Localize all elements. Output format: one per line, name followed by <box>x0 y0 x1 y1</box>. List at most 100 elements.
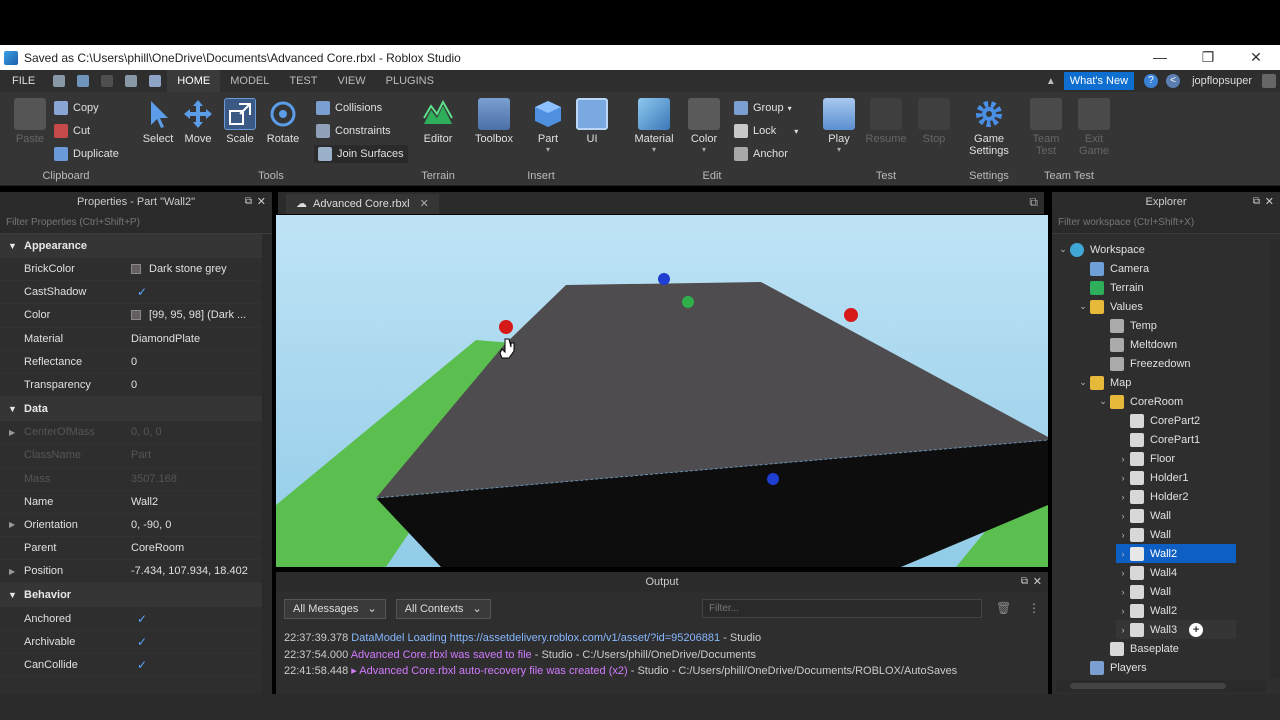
undo-icon[interactable] <box>77 75 90 87</box>
color-button[interactable]: Color ▾ <box>678 98 730 154</box>
tree-item-holder2[interactable]: › Holder2 <box>1116 487 1189 506</box>
tree-item-corepart2[interactable]: CorePart2 <box>1116 411 1200 430</box>
section-appearance[interactable]: ▼ Appearance <box>0 234 262 258</box>
stop-button[interactable]: Stop <box>908 98 960 145</box>
tree-item-freezedown[interactable]: Freezedown <box>1096 354 1191 373</box>
document-tab[interactable]: ☁ Advanced Core.rbxl ✕ <box>286 194 439 214</box>
prop-transparency[interactable]: Transparency 0 <box>0 374 262 398</box>
constraints-button[interactable]: Constraints <box>316 124 391 138</box>
group-button[interactable]: Group ▾ <box>734 101 792 115</box>
prop-parent[interactable]: Parent CoreRoom <box>0 537 262 561</box>
binoculars-icon[interactable] <box>149 75 162 87</box>
tree-item-map[interactable]: ⌄ Map <box>1076 373 1131 392</box>
tree-item-wall[interactable]: › Wall <box>1116 582 1171 601</box>
checkbox-checked[interactable]: ✓ <box>137 658 147 672</box>
publish-icon[interactable] <box>125 75 138 87</box>
toolbox-button[interactable]: Toolbox <box>468 98 520 145</box>
tree-item-wall[interactable]: › Wall <box>1116 506 1171 525</box>
team-test-button[interactable]: Team Test <box>1020 98 1072 157</box>
minimize-button[interactable]: — <box>1136 45 1184 70</box>
prop-brickcolor[interactable]: BrickColor Dark stone grey <box>0 258 262 282</box>
tree-item-floor[interactable]: › Floor <box>1116 449 1175 468</box>
tree-item-wall[interactable]: › Wall <box>1116 525 1171 544</box>
close-explorer-icon[interactable]: ✕ <box>1265 192 1274 212</box>
username[interactable]: jopflopsuper <box>1192 75 1252 87</box>
tree-item-players[interactable]: Players <box>1076 658 1147 677</box>
tree-item-workspace[interactable]: ⌄ Workspace <box>1056 240 1145 259</box>
close-tab-icon[interactable]: ✕ <box>420 194 429 214</box>
prop-color[interactable]: Color [99, 95, 98] (Dark ... <box>0 304 262 328</box>
join-surfaces-toggle[interactable]: Join Surfaces <box>314 145 408 163</box>
section-behavior[interactable]: ▼ Behavior <box>0 583 262 608</box>
whats-new-button[interactable]: What's New <box>1063 72 1135 90</box>
messages-filter-dropdown[interactable]: All Messages ⌄ <box>284 599 386 619</box>
terrain-editor-button[interactable]: Editor <box>412 98 464 145</box>
tree-item-corepart1[interactable]: CorePart1 <box>1116 430 1200 449</box>
tree-item-meltdown[interactable]: Meltdown <box>1096 335 1177 354</box>
duplicate-button[interactable]: Duplicate <box>54 147 119 161</box>
checkbox-checked[interactable]: ✓ <box>137 635 147 649</box>
tree-item-wall2[interactable]: › Wall2 <box>1116 601 1177 620</box>
help-icon[interactable]: ? <box>1144 74 1159 88</box>
rotate-tool-button[interactable]: Rotate <box>257 98 309 145</box>
material-button[interactable]: Material ▾ <box>628 98 680 154</box>
paste-button[interactable]: Paste <box>4 98 56 145</box>
insert-object-icon[interactable]: + <box>1189 622 1204 637</box>
ui-button[interactable]: UI <box>566 98 618 145</box>
prop-castshadow[interactable]: CastShadow ✓ <box>0 281 262 305</box>
file-menu[interactable]: FILE <box>0 75 47 87</box>
tree-item-terrain[interactable]: Terrain <box>1076 278 1144 297</box>
explorer-vertical-scrollbar[interactable] <box>1270 240 1280 678</box>
tab-view[interactable]: VIEW <box>327 70 375 92</box>
collapse-ribbon-icon[interactable]: ▲ <box>1046 76 1056 87</box>
tree-item-temp[interactable]: Temp <box>1096 316 1157 335</box>
contexts-filter-dropdown[interactable]: All Contexts ⌄ <box>395 599 491 619</box>
prop-anchored[interactable]: Anchored ✓ <box>0 607 262 631</box>
tree-item-holder1[interactable]: › Holder1 <box>1116 468 1189 487</box>
tab-plugins[interactable]: PLUGINS <box>376 70 444 92</box>
cut-button[interactable]: Cut <box>54 124 90 138</box>
account-icon[interactable] <box>1262 74 1276 88</box>
checkbox-checked[interactable]: ✓ <box>137 285 147 299</box>
collisions-toggle[interactable]: Collisions <box>316 101 382 115</box>
3d-viewport[interactable] <box>276 215 1048 567</box>
tree-item-camera[interactable]: Camera <box>1076 259 1149 278</box>
tree-item-coreroom[interactable]: ⌄ CoreRoom <box>1096 392 1183 411</box>
prop-material[interactable]: Material DiamondPlate <box>0 328 262 351</box>
prop-cancollide[interactable]: CanCollide ✓ <box>0 654 262 677</box>
close-window-button[interactable]: ✕ <box>1232 45 1280 70</box>
prop-centerofmass[interactable]: ▶ CenterOfMass 0, 0, 0 <box>0 421 262 445</box>
prop-position[interactable]: ▶ Position -7.434, 107.934, 18.402 <box>0 560 262 584</box>
tree-item-wall4[interactable]: › Wall4 <box>1116 563 1177 582</box>
share-icon[interactable]: < <box>1166 74 1181 88</box>
tree-item-wall3[interactable]: › Wall3 + <box>1116 620 1236 639</box>
tree-item-wall2-selected[interactable]: › Wall2 <box>1116 544 1236 563</box>
maximize-button[interactable]: ❐ <box>1184 45 1232 70</box>
anchor-button[interactable]: Anchor <box>734 147 788 161</box>
prop-archivable[interactable]: Archivable ✓ <box>0 631 262 654</box>
game-settings-button[interactable]: Game Settings <box>963 98 1015 157</box>
prop-name[interactable]: Name Wall2 <box>0 491 262 514</box>
dock-icon[interactable]: ⧉ <box>1021 572 1028 592</box>
tab-model[interactable]: MODEL <box>220 70 279 92</box>
exit-game-button[interactable]: Exit Game <box>1068 98 1120 157</box>
prop-reflectance[interactable]: Reflectance 0 <box>0 351 262 374</box>
explorer-filter-input[interactable]: Filter workspace (Ctrl+Shift+X) <box>1052 212 1280 234</box>
explorer-horizontal-scrollbar[interactable] <box>1056 680 1266 692</box>
close-properties-icon[interactable]: ✕ <box>257 192 266 212</box>
close-output-icon[interactable]: ✕ <box>1033 572 1042 592</box>
properties-scrollbar[interactable] <box>262 234 272 694</box>
section-data[interactable]: ▼ Data <box>0 397 262 422</box>
clear-output-icon[interactable]: 🗑 <box>996 601 1011 615</box>
tab-home[interactable]: HOME <box>167 70 221 92</box>
more-options-icon[interactable]: ⋮ <box>1028 601 1040 615</box>
tree-item-values[interactable]: ⌄ Values <box>1076 297 1143 316</box>
tree-item-baseplate[interactable]: Baseplate <box>1096 639 1179 658</box>
output-filter-input[interactable]: Filter... <box>702 599 982 618</box>
checkbox-checked[interactable]: ✓ <box>137 612 147 626</box>
redo-icon[interactable] <box>101 75 114 87</box>
dock-icon[interactable]: ⧉ <box>245 192 252 212</box>
fullscreen-icon[interactable]: ⧉ <box>1029 195 1038 210</box>
dock-icon[interactable]: ⧉ <box>1253 192 1260 212</box>
new-file-icon[interactable] <box>53 75 66 87</box>
